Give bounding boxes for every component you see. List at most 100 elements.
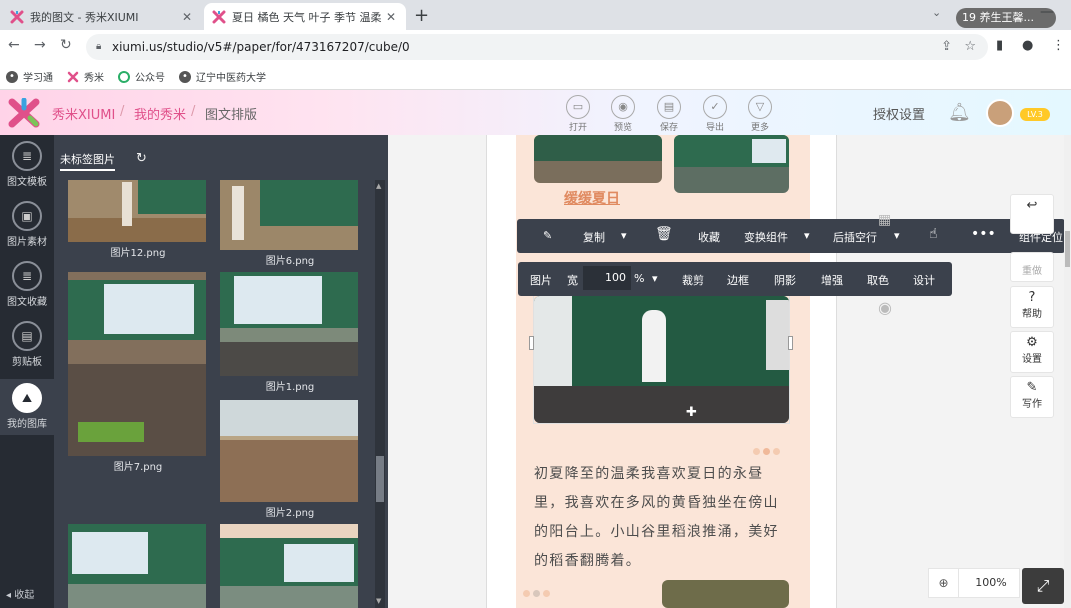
scroll-up-icon[interactable]: ▲ [376, 182, 381, 190]
article-photo[interactable] [674, 135, 789, 193]
bookmark-gongzhonghao[interactable]: 公众号 [118, 69, 165, 84]
copy-dropdown-icon[interactable]: ▾ [621, 229, 627, 242]
xiumi-logo-icon[interactable] [8, 98, 40, 128]
tab-search-chevron-icon[interactable]: ⌄ [932, 6, 941, 19]
article-photo[interactable] [662, 580, 789, 608]
new-tab-button[interactable]: + [414, 5, 429, 26]
address-bar[interactable]: 🔒︎ xiumi.us/studio/v5#/paper/for/4731672… [86, 34, 988, 60]
browser-tab-bar: 我的图文 - 秀米XIUMI ✕ 夏日 橘色 天气 叶子 季节 温柔 ✕ + ⌄… [0, 0, 1071, 30]
zoom-in-icon[interactable]: ⊕ [929, 569, 959, 597]
zoom-value[interactable]: 100% [963, 569, 1019, 597]
scrollbar-thumb[interactable] [1065, 231, 1070, 267]
enhance-button[interactable]: 增强 [821, 272, 843, 288]
bell-icon[interactable]: 🔔︎ [948, 102, 971, 123]
article-paragraph[interactable]: 初夏降至的温柔我喜欢夏日的永昼里，我喜欢在多风的黄昏独坐在傍山的阳台上。小山谷里… [534, 460, 790, 576]
browser-tab-summer[interactable]: 夏日 橘色 天气 叶子 季节 温柔 ✕ [204, 3, 406, 30]
article-heading[interactable]: 缓缓夏日 [564, 188, 620, 208]
brand-name[interactable]: 秀米XIUMI [52, 104, 115, 123]
component-grip-icon[interactable]: ▦ [878, 212, 891, 228]
image-thumb[interactable] [220, 524, 358, 608]
open-button[interactable]: ▭ 打开 [561, 95, 595, 133]
settings-button[interactable]: ⚙ 设置 [1010, 331, 1054, 373]
help-button[interactable]: ? 帮助 [1010, 286, 1054, 328]
sidebar-item-clipboard[interactable]: ▤ 剪贴板 [0, 321, 54, 373]
globe-icon: • [6, 70, 18, 83]
hand-cursor-icon[interactable]: ☝ [929, 226, 938, 242]
write-button[interactable]: ✎ 写作 [1010, 376, 1054, 418]
undo-button[interactable]: ↩ [1010, 194, 1054, 234]
reload-icon[interactable]: ↻ [60, 37, 72, 53]
image-thumb-7[interactable] [68, 272, 206, 456]
trash-icon[interactable]: 🗑︎ [655, 226, 673, 242]
save-button[interactable]: ▤ 保存 [652, 95, 686, 133]
account-icon[interactable]: ● [1022, 38, 1033, 53]
scroll-down-icon[interactable]: ▼ [376, 597, 381, 605]
collect-button[interactable]: 收藏 [698, 229, 720, 245]
breadcrumb-layout: 图文排版 [205, 108, 258, 123]
resize-handle-right[interactable] [788, 336, 793, 350]
insert-after-button[interactable]: 后插空行 [833, 229, 877, 245]
more-button[interactable]: ▽ 更多 [743, 95, 777, 133]
width-input[interactable]: 100 [583, 266, 631, 290]
preview-icon: ◉ [611, 95, 635, 119]
tab-untagged-images[interactable]: 未标签图片 [60, 151, 115, 171]
pick-color-button[interactable]: 取色 [867, 272, 889, 288]
sidebar-item-favorites[interactable]: ≣ 图文收藏 [0, 261, 54, 313]
sidebar-item-my-gallery[interactable]: ⛰ 我的图库 [0, 379, 54, 435]
close-tab-icon[interactable]: ✕ [180, 10, 194, 24]
sidebar-item-images[interactable]: ▣ 图片素材 [0, 201, 54, 253]
share-icon[interactable]: ⇪ [941, 34, 952, 60]
clipboard-icon: ▤ [12, 321, 42, 351]
bookmark-star-icon[interactable]: ☆ [964, 34, 976, 60]
unit-dropdown-icon[interactable]: ▾ [652, 272, 658, 285]
transform-dropdown-icon[interactable]: ▾ [804, 229, 810, 242]
avatar[interactable] [986, 99, 1014, 127]
border-button[interactable]: 边框 [727, 272, 749, 288]
insert-dropdown-icon[interactable]: ▾ [894, 229, 900, 242]
eye-icon[interactable]: ◉ [878, 298, 892, 317]
browser-menu-icon[interactable]: ⋮ [1052, 38, 1065, 53]
design-button[interactable]: 设计 [913, 272, 935, 288]
copy-button[interactable]: 复制 [583, 229, 605, 245]
image-icon: ▣ [12, 201, 42, 231]
bookmark-lnutcm[interactable]: • 辽宁中医药大学 [179, 69, 266, 84]
save-label: 保存 [659, 123, 678, 133]
library-scrollbar[interactable] [375, 180, 385, 608]
auth-settings-link[interactable]: 授权设置 [873, 104, 925, 123]
minimize-icon[interactable]: — [1040, 4, 1054, 20]
canvas-scrollbar[interactable] [1064, 135, 1071, 608]
export-button[interactable]: ✓ 导出 [698, 95, 732, 133]
breadcrumb-my-xiumi[interactable]: 我的秀米 [134, 104, 186, 123]
lock-icon: 🔒︎ [96, 41, 102, 52]
article-photo[interactable] [534, 135, 662, 183]
save-icon: ▤ [657, 95, 681, 119]
image-thumb-2[interactable] [220, 400, 358, 502]
back-arrow-icon[interactable]: ← [8, 37, 20, 53]
collapse-button[interactable]: ◂ 收起 [6, 586, 34, 601]
sidebar-toggle-icon[interactable]: ▮ [996, 38, 1003, 53]
browser-tab-my-articles[interactable]: 我的图文 - 秀米XIUMI ✕ [2, 3, 202, 30]
bookmark-xuexitong[interactable]: • 学习通 [6, 69, 53, 84]
image-thumb-1[interactable] [220, 272, 358, 376]
crop-button[interactable]: 裁剪 [682, 272, 704, 288]
close-tab-icon[interactable]: ✕ [384, 10, 398, 24]
scrollbar-thumb[interactable] [376, 456, 384, 502]
more-options-icon[interactable]: ••• [971, 226, 996, 242]
tab-title: 夏日 橘色 天气 叶子 季节 温柔 [232, 10, 382, 24]
preview-button[interactable]: ◉ 预览 [606, 95, 640, 133]
expand-icon[interactable]: ⤢ [1022, 568, 1064, 604]
settings-label: 设置 [1022, 354, 1042, 365]
bookmark-xiumi[interactable]: 秀米 [67, 69, 104, 84]
shadow-button[interactable]: 阴影 [774, 272, 796, 288]
redo-button[interactable]: 重做 [1010, 252, 1054, 282]
refresh-icon[interactable]: ↻ [136, 151, 147, 166]
resize-handle-left[interactable] [529, 336, 534, 350]
image-thumb[interactable] [68, 524, 206, 608]
pin-icon[interactable]: ✎ [543, 229, 552, 242]
image-thumb-6[interactable] [220, 180, 358, 250]
image-thumb-12[interactable] [68, 180, 206, 242]
transform-button[interactable]: 变换组件 [744, 229, 788, 245]
forward-arrow-icon[interactable]: → [34, 37, 46, 53]
carousel-dots [523, 582, 553, 601]
sidebar-item-templates[interactable]: ≣ 图文模板 [0, 141, 54, 193]
